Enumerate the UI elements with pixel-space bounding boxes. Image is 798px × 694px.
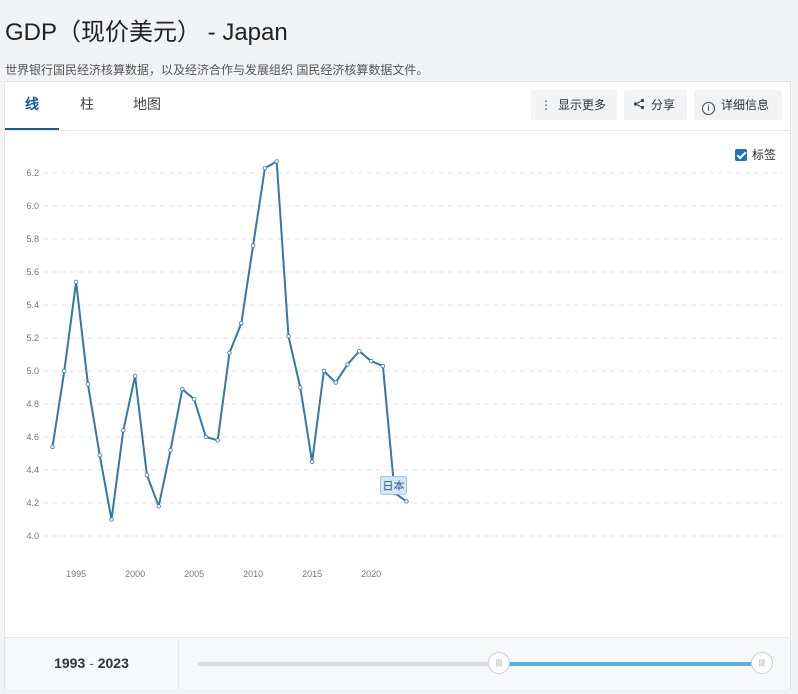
tab-line[interactable]: 线 [5,82,59,130]
data-point [180,386,185,392]
data-point [380,363,386,369]
data-point [109,517,114,522]
data-point [239,320,244,326]
data-point [121,428,126,433]
page-subtitle: 世界银行国民经济核算数据，以及经济合作与发展组织 国民经济核算数据文件。 [5,63,429,77]
details-label: 详细信息 [721,98,770,112]
data-point [85,381,91,387]
chart-card: 线 柱 地图 ⋮ 显示更多 分享 i 详细信息 4.0 4.2 4.4 4.6 4.8 5.0… [4,81,791,689]
tab-bar-chart[interactable]: 柱 [75,82,99,130]
y-tick-label: 5.8 [26,234,39,244]
y-tick-label: 4.6 [26,432,39,442]
x-tick-label: 2020 [361,569,381,579]
range-end: 2023 [97,655,129,671]
y-tick-label: 6.2 [26,168,39,178]
data-point [132,373,138,379]
data-point [191,396,197,402]
data-point [215,438,220,443]
data-point [404,499,409,504]
y-tick-label: 5.4 [26,300,39,310]
share-label: 分享 [651,98,676,112]
data-point [144,472,150,478]
data-point [357,348,362,354]
series-line-japan [51,160,408,521]
range-slider-fill [499,662,763,666]
x-tick-label: 2010 [243,569,263,579]
share-button[interactable]: 分享 [624,90,687,120]
tab-map[interactable]: 地图 [129,82,165,130]
data-point [73,279,79,285]
tab-bar: 线 柱 地图 ⋮ 显示更多 分享 i 详细信息 [5,82,790,131]
y-tick-label: 5.6 [26,267,39,277]
y-tick-label: 4.4 [26,465,39,475]
share-icon [632,90,646,120]
label-toggle-text: 标签 [752,148,777,162]
details-button[interactable]: i 详细信息 [694,90,782,120]
data-point [156,504,161,509]
info-icon: i [702,102,715,115]
data-point [298,385,303,390]
chart-area: 4.0 4.2 4.4 4.6 4.8 5.0 5.2 5.4 5.6 5.8 6.0 6.2 1995… [5,131,790,637]
year-range-label: 1993 - 2023 [5,638,179,689]
show-more-label: 显示更多 [558,98,607,112]
y-tick-label: 4.2 [26,498,39,508]
data-point [50,444,55,450]
y-tick-label: 6.0 [26,201,39,211]
y-tick-label: 4.8 [26,399,39,409]
data-point [345,362,350,367]
data-point [97,452,102,458]
show-more-button[interactable]: ⋮ 显示更多 [531,90,617,120]
data-point [333,380,338,385]
x-tick-label: 2000 [125,569,145,579]
data-point [286,334,291,339]
range-footer: 1993 - 2023 ||| ||| [5,637,790,689]
y-tick-label: 4.0 [26,531,39,541]
line-chart: 4.0 4.2 4.4 4.6 4.8 5.0 5.2 5.4 5.6 5.8 6.0 6.2 1995… [26,159,783,579]
label-toggle[interactable]: 标签 [735,146,776,163]
checkbox-checked-icon[interactable] [735,149,747,161]
page-title: GDP（现价美元） - Japan [5,19,288,46]
y-tick-label: 5.0 [26,366,39,376]
data-point [309,459,315,464]
y-tick-label: 5.2 [26,333,39,343]
data-point [203,434,209,440]
range-end-handle[interactable]: ||| [751,652,773,674]
data-point [168,448,173,453]
range-separator: - [89,655,94,671]
data-point [368,358,374,364]
x-tick-label: 1995 [66,569,86,579]
vertical-dots-icon: ⋮ [540,98,552,112]
range-start-handle[interactable]: ||| [488,652,510,674]
data-point [227,350,232,356]
series-label-japan: 日本 [383,478,405,492]
range-start: 1993 [54,655,86,671]
x-tick-label: 2005 [184,569,204,579]
data-point [62,368,67,374]
data-point [250,243,256,248]
x-tick-label: 2015 [302,569,322,579]
data-point [321,368,327,374]
data-point [274,159,279,164]
data-point [262,165,268,171]
